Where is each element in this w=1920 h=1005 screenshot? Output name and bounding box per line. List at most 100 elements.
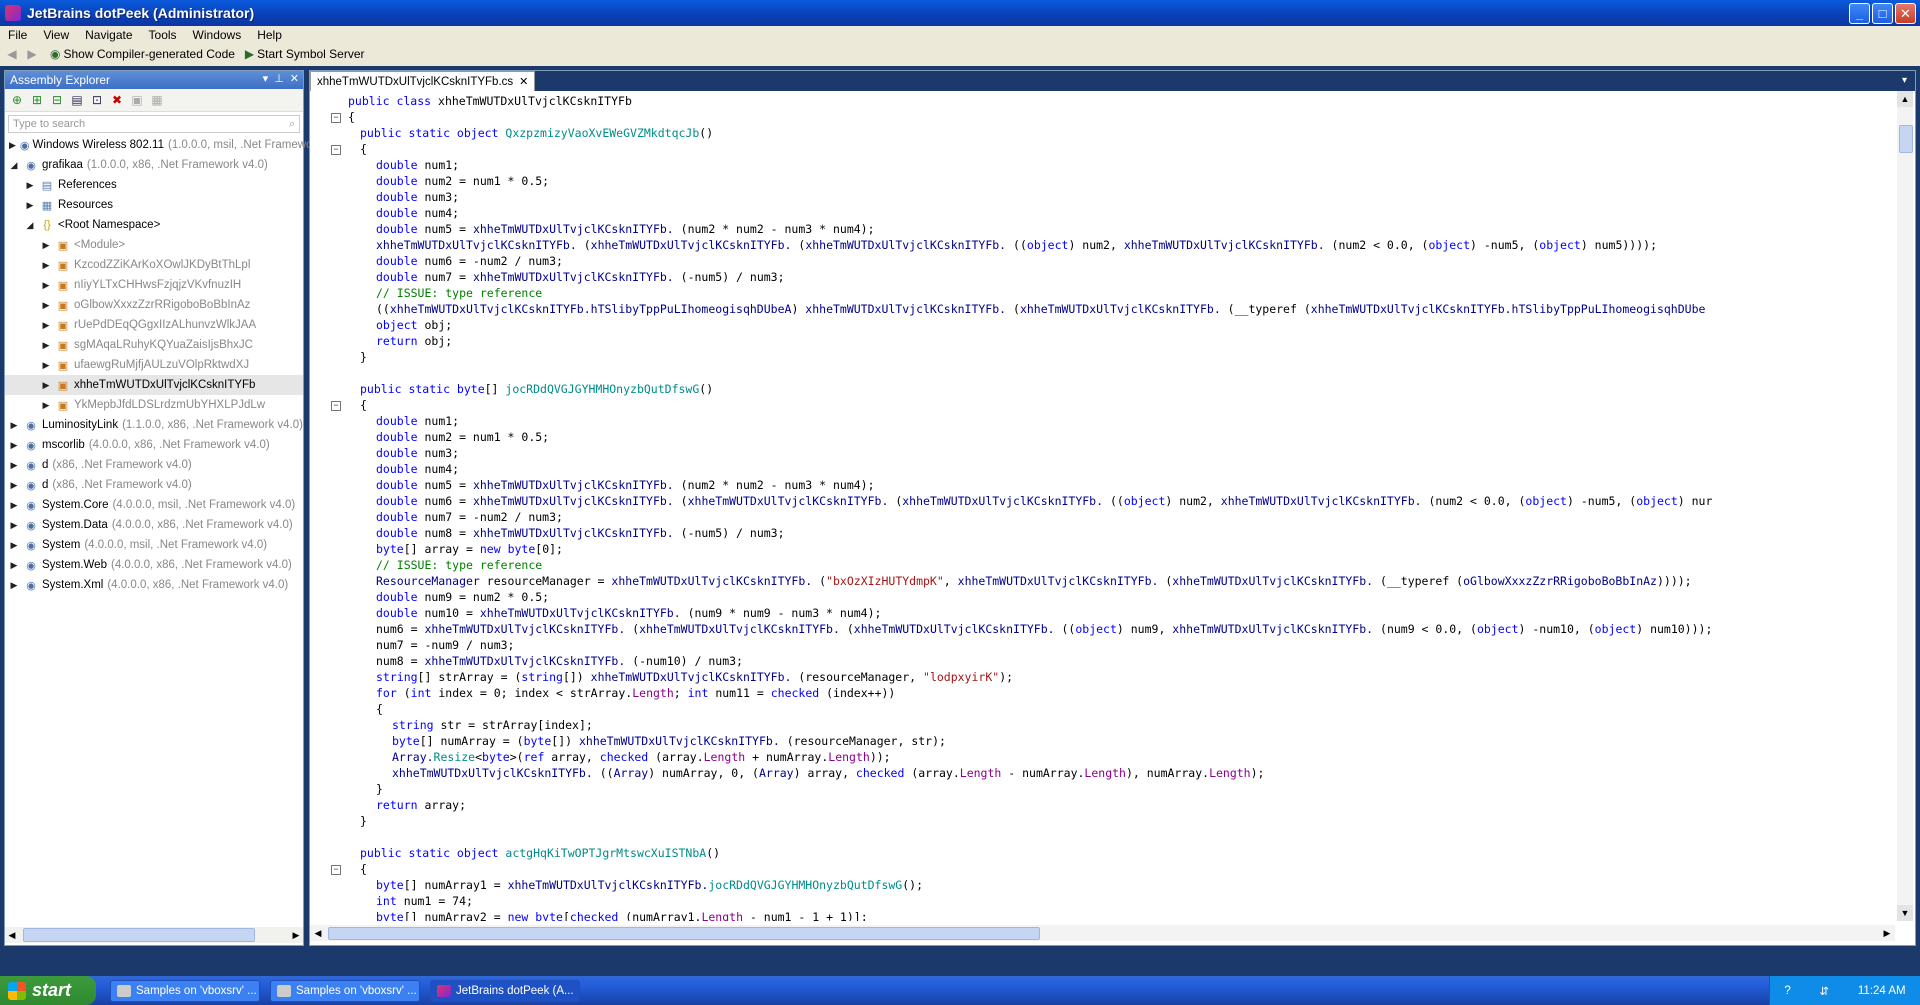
expand-arrow-icon[interactable]: ▶ — [9, 480, 19, 491]
menu-navigate[interactable]: Navigate — [77, 28, 140, 42]
tree-row[interactable]: ▶ ▣ ufaewgRuMjfjAULzuVOlpRktwdXJ — [5, 355, 303, 375]
pin-icon[interactable]: ⊥ — [274, 72, 284, 85]
tree-row[interactable]: ▶ ▣ nIiyYLTxCHHwsFzjqjzVKvfnuzIH — [5, 275, 303, 295]
expand-arrow-icon[interactable]: ▶ — [9, 520, 19, 531]
menu-file[interactable]: File — [0, 28, 35, 42]
maximize-button[interactable]: □ — [1872, 3, 1893, 24]
explorer-horizontal-scrollbar[interactable]: ◀ ▶ — [5, 927, 303, 943]
menu-tools[interactable]: Tools — [141, 28, 185, 42]
open-from-gac-icon[interactable]: ⊞ — [29, 92, 45, 108]
expand-arrow-icon[interactable]: ▶ — [9, 420, 19, 431]
code-token: actgHqKiTwOPTJgrMtswcXuISTNbA — [505, 846, 707, 860]
network-icon[interactable]: ⇵ — [1820, 984, 1830, 998]
explorer-scroll-thumb[interactable] — [23, 928, 255, 942]
assembly-list-icon[interactable]: ▤ — [69, 92, 85, 108]
editor-vscroll-thumb[interactable] — [1899, 125, 1913, 153]
tree-row[interactable]: ◢ {} <Root Namespace> — [5, 215, 303, 235]
expand-arrow-icon[interactable]: ▶ — [9, 460, 19, 471]
scroll-down-icon[interactable]: ▼ — [1897, 905, 1913, 921]
expand-arrow-icon[interactable]: ▶ — [41, 400, 51, 411]
open-from-folder-icon[interactable]: ⊟ — [49, 92, 65, 108]
tree-row[interactable]: ▶ ◉ d (x86, .Net Framework v4.0) — [5, 475, 303, 495]
expand-arrow-icon[interactable]: ▶ — [25, 180, 35, 191]
open-assembly-icon[interactable]: ⊕ — [9, 92, 25, 108]
tree-row[interactable]: ▶ ◉ Windows Wireless 802.11 (1.0.0.0, msil,… — [5, 135, 322, 155]
tree-row[interactable]: ▶ ◉ LuminosityLink (1.1.0.0, x86, .Net Fram… — [5, 415, 303, 435]
start-button[interactable]: start — [0, 976, 96, 1005]
expand-arrow-icon[interactable]: ▶ — [41, 300, 51, 311]
taskbar-item-dotpeek[interactable]: JetBrains dotPeek (A... — [430, 979, 580, 1002]
panel-close-icon[interactable]: ✕ — [290, 72, 299, 85]
editor-tab[interactable]: xhheTmWUTDxUlTvjclKCsknITYFb.cs ✕ — [310, 71, 536, 91]
scroll-right-icon[interactable]: ▶ — [289, 930, 303, 941]
tree-row[interactable]: ▶ ◉ System.Data (4.0.0.0, x86, .Net Framewo… — [5, 515, 303, 535]
scroll-up-icon[interactable]: ▲ — [1897, 91, 1913, 107]
tree-row[interactable]: ▶ ▦ Resources — [5, 195, 303, 215]
start-symbol-server-button[interactable]: ▶ Start Symbol Server — [245, 47, 365, 61]
forward-icon[interactable]: ▶ — [24, 46, 40, 62]
close-button[interactable]: ✕ — [1895, 3, 1916, 24]
hscroll-right-icon[interactable]: ▶ — [1879, 925, 1895, 941]
tree-row[interactable]: ▶ ◉ d (x86, .Net Framework v4.0) — [5, 455, 303, 475]
tree-row[interactable]: ▶ ◉ mscorlib (4.0.0.0, x86, .Net Framework … — [5, 435, 303, 455]
back-icon[interactable]: ◀ — [4, 46, 20, 62]
taskbar-item-samples-1[interactable]: Samples on 'vboxsrv' ... — [110, 979, 260, 1002]
expand-arrow-icon[interactable]: ▶ — [9, 140, 16, 151]
expand-arrow-icon[interactable]: ▶ — [41, 280, 51, 291]
taskbar-item-samples-2[interactable]: Samples on 'vboxsrv' ... — [270, 979, 420, 1002]
tree-row[interactable]: ▶ ▣ rUePdDEqQGgxIIzALhunvzWlkJAA — [5, 315, 303, 335]
show-compiler-generated-button[interactable]: ◉ Show Compiler-generated Code — [50, 47, 235, 61]
menu-view[interactable]: View — [35, 28, 77, 42]
tree-row[interactable]: ▶ ▤ References — [5, 175, 303, 195]
collapse-arrow-icon[interactable]: ◢ — [25, 220, 35, 231]
tab-list-dropdown-icon[interactable]: ▾ — [1902, 75, 1907, 86]
code-area[interactable]: public class xhheTmWUTDxUlTvjclKCsknITYF… — [344, 93, 1895, 921]
tree-row[interactable]: ▶ ◉ System.Core (4.0.0.0, msil, .Net Framew… — [5, 495, 303, 515]
remove-assembly-icon[interactable]: ✖ — [109, 92, 125, 108]
collapse-arrow-icon[interactable]: ◢ — [9, 160, 19, 171]
editor-vertical-scrollbar[interactable]: ▲ ▼ — [1897, 91, 1913, 921]
tree-row[interactable]: ◢ ◉ grafikaa (1.0.0.0, x86, .Net Framework … — [5, 155, 303, 175]
expand-arrow-icon[interactable]: ▶ — [41, 240, 51, 251]
minimize-button[interactable]: _ — [1849, 3, 1870, 24]
tree-row[interactable]: ▶ ▣ KzcodZZiKArKoXOwlJKDyBtThLpl — [5, 255, 303, 275]
settings-icon[interactable]: ▦ — [149, 92, 165, 108]
expand-arrow-icon[interactable]: ▶ — [9, 440, 19, 451]
tree-row[interactable]: ▶ ▣ oGlbowXxxzZzrRRigoboBoBbInAz — [5, 295, 303, 315]
expand-arrow-icon[interactable]: ▶ — [25, 200, 35, 211]
expand-arrow-icon[interactable]: ▶ — [41, 340, 51, 351]
tree-row[interactable]: ▶ ▣ <Module> — [5, 235, 303, 255]
collapse-all-icon[interactable]: ⊡ — [89, 92, 105, 108]
expand-arrow-icon[interactable]: ▶ — [41, 380, 51, 391]
editor-hscroll-thumb[interactable] — [328, 927, 1040, 940]
tree-row[interactable]: ▶ ◉ System.Xml (4.0.0.0, x86, .Net Framewor… — [5, 575, 303, 595]
fold-toggle-icon[interactable]: − — [331, 865, 341, 875]
expand-arrow-icon[interactable]: ▶ — [41, 360, 51, 371]
expand-arrow-icon[interactable]: ▶ — [41, 320, 51, 331]
expand-arrow-icon[interactable]: ▶ — [9, 580, 19, 591]
fold-toggle-icon[interactable]: − — [331, 145, 341, 155]
dotpeek-app-icon[interactable] — [5, 5, 21, 21]
tab-close-icon[interactable]: ✕ — [519, 75, 528, 88]
menu-help[interactable]: Help — [249, 28, 290, 42]
scroll-left-icon[interactable]: ◀ — [5, 930, 19, 941]
explorer-search-input[interactable]: Type to search ⌕ — [8, 115, 300, 133]
tree-node-label: d — [42, 479, 49, 491]
fold-toggle-icon[interactable]: − — [331, 401, 341, 411]
tree-row[interactable]: ▶ ▣ sgMAqaLRuhyKQYuaZaisIjsBhxJC — [5, 335, 303, 355]
expand-arrow-icon[interactable]: ▶ — [9, 500, 19, 511]
tree-row[interactable]: ▶ ▣ YkMepbJfdLDSLrdzmUbYHXLPJdLw — [5, 395, 303, 415]
panel-dropdown-icon[interactable]: ▾ — [263, 72, 269, 85]
menu-windows[interactable]: Windows — [185, 28, 250, 42]
tree-row[interactable]: ▶ ◉ System.Web (4.0.0.0, x86, .Net Framewor… — [5, 555, 303, 575]
help-icon[interactable]: ? — [1784, 985, 1790, 997]
editor-horizontal-scrollbar[interactable]: ◀ ▶ — [310, 925, 1895, 941]
tree-row[interactable]: ▶ ▣ xhheTmWUTDxUlTvjclKCsknITYFb — [5, 375, 303, 395]
expand-arrow-icon[interactable]: ▶ — [41, 260, 51, 271]
expand-arrow-icon[interactable]: ▶ — [9, 560, 19, 571]
expand-arrow-icon[interactable]: ▶ — [9, 540, 19, 551]
export-icon[interactable]: ▣ — [129, 92, 145, 108]
fold-toggle-icon[interactable]: − — [331, 113, 341, 123]
tree-row[interactable]: ▶ ◉ System (4.0.0.0, msil, .Net Framework v… — [5, 535, 303, 555]
hscroll-left-icon[interactable]: ◀ — [310, 925, 326, 941]
